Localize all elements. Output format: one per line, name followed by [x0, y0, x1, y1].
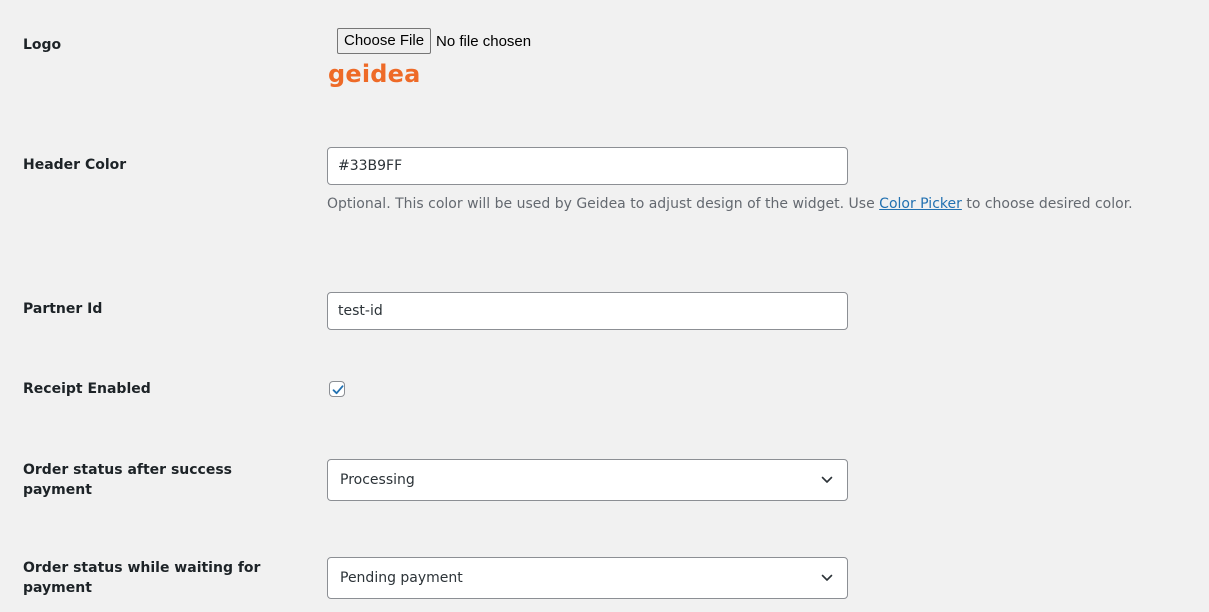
partner-id-input[interactable]: test-id — [327, 292, 848, 330]
color-picker-link[interactable]: Color Picker — [879, 196, 962, 212]
header-color-label: Header Color — [23, 157, 127, 173]
order-status-waiting-value: Pending payment — [340, 570, 463, 586]
logo-label: Logo — [23, 37, 62, 53]
partner-id-label: Partner Id — [23, 301, 103, 317]
chevron-down-icon — [821, 476, 833, 483]
receipt-enabled-label: Receipt Enabled — [23, 381, 151, 397]
order-status-success-value: Processing — [340, 472, 415, 488]
geidea-logo: geidea — [328, 60, 421, 88]
header-color-input[interactable]: #33B9FF — [327, 147, 848, 185]
choose-file-button[interactable]: Choose File — [337, 28, 432, 54]
chevron-down-icon — [821, 574, 833, 581]
header-color-description: Optional. This color will be used by Gei… — [327, 192, 1207, 217]
order-status-waiting-select[interactable]: Pending payment — [327, 557, 848, 599]
order-status-waiting-label: Order status while waiting for payment — [23, 560, 261, 596]
description-text-start: Optional. This color will be used by Gei… — [327, 196, 880, 212]
file-status-text: No file chosen — [436, 32, 532, 50]
description-text-end: to choose desired color. — [961, 196, 1133, 212]
checkmark-icon — [332, 385, 344, 395]
receipt-enabled-checkbox[interactable] — [329, 381, 345, 397]
order-status-success-label: Order status after success payment — [23, 462, 233, 498]
logo-file-picker: Choose File No file chosen — [337, 28, 531, 54]
order-status-success-select[interactable]: Processing — [327, 459, 848, 501]
